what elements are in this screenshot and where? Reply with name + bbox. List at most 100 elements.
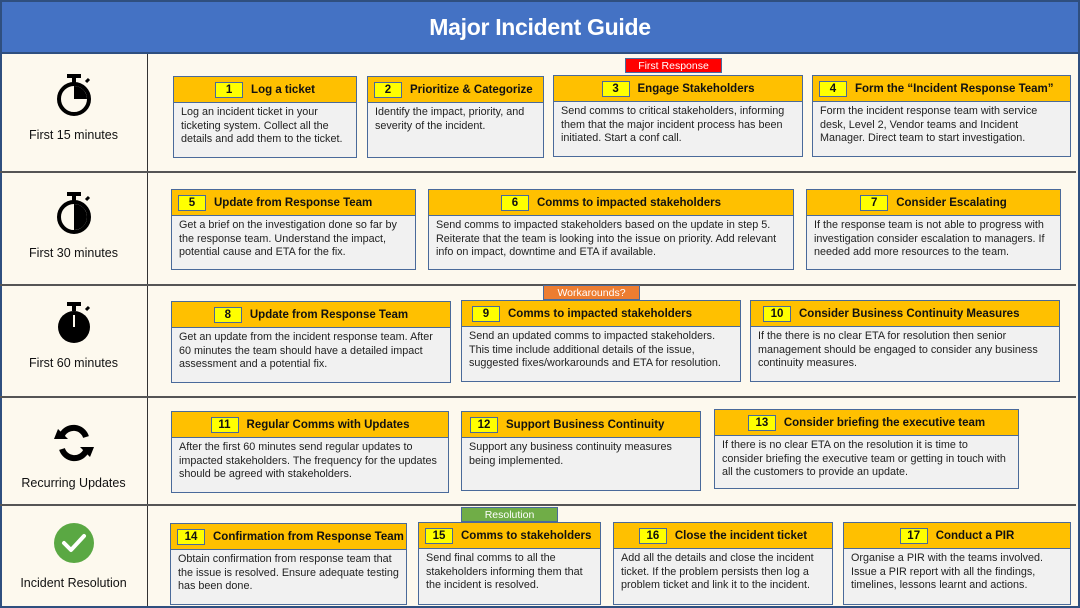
step-number: 17 — [899, 527, 928, 544]
step-number: 13 — [747, 414, 776, 431]
step-number: 11 — [210, 416, 239, 433]
step-title: Comms to impacted stakeholders — [508, 307, 693, 320]
step-description: Identify the impact, priority, and sever… — [375, 106, 525, 132]
step-card-17: 17 Conduct a PIR Organise a PIR with the … — [843, 522, 1071, 605]
step-description: Send final comms to all the stakeholders… — [426, 552, 583, 592]
step-description: Log an incident ticket in your ticketing… — [181, 106, 343, 146]
step-number: 3 — [601, 80, 630, 97]
step-title: Regular Comms with Updates — [246, 418, 410, 431]
step-header: 5 Update from Response Team — [172, 190, 415, 216]
step-title: Conduct a PIR — [935, 529, 1015, 542]
step-header: 15 Comms to stakeholders — [419, 523, 600, 549]
step-header: 7 Consider Escalating — [807, 190, 1060, 216]
step-number: 15 — [425, 527, 453, 544]
phase-recurring-updates: Recurring Updates — [0, 420, 147, 490]
phase-label: First 60 minutes — [29, 356, 118, 370]
step-description: If there is no clear ETA on the resoluti… — [722, 439, 1006, 479]
step-number: 5 — [178, 194, 206, 211]
step-card-14: 14 Confirmation from Response Team Obtain… — [170, 523, 407, 605]
step-card-3: 3 Engage Stakeholders Send comms to criti… — [553, 75, 803, 157]
step-number: 10 — [763, 305, 791, 322]
step-card-15: 15 Comms to stakeholders Send final comms… — [418, 522, 601, 605]
step-header: 8 Update from Response Team — [172, 302, 450, 328]
step-title: Close the incident ticket — [674, 529, 808, 542]
phase-label: Incident Resolution — [20, 576, 127, 590]
step-number: 2 — [374, 81, 402, 98]
step-header: 14 Confirmation from Response Team — [171, 524, 406, 550]
page-title: Major Incident Guide — [429, 13, 651, 40]
step-description: Get an update from the incident response… — [179, 331, 433, 371]
step-number: 7 — [860, 194, 889, 211]
step-number: 9 — [472, 305, 500, 322]
step-card-11: 11 Regular Comms with Updates After the f… — [171, 411, 449, 493]
check-circle-icon — [52, 520, 96, 566]
refresh-icon — [52, 420, 96, 466]
step-title: Consider Business Continuity Measures — [799, 307, 1020, 320]
step-title: Consider Escalating — [896, 196, 1007, 209]
tag-first-response: First Response — [625, 58, 722, 73]
row-divider — [0, 396, 1076, 398]
step-number: 4 — [819, 80, 847, 97]
phase-first-15-minutes: First 15 minutes — [0, 72, 147, 142]
step-title: Confirmation from Response Team — [213, 530, 404, 543]
stopwatch-half-icon — [52, 190, 96, 236]
step-card-10: 10 Consider Business Continuity Measures … — [750, 300, 1060, 382]
step-card-8: 8 Update from Response Team Get an update… — [171, 301, 451, 383]
step-description: Add all the details and close the incide… — [621, 552, 814, 592]
phase-incident-resolution: Incident Resolution — [0, 520, 147, 590]
header-bar: Major Incident Guide — [2, 2, 1078, 54]
step-card-7: 7 Consider Escalating If the response tea… — [806, 189, 1061, 270]
phase-column-divider — [147, 54, 148, 606]
step-description: After the first 60 minutes send regular … — [179, 441, 437, 481]
step-title: Update from Response Team — [249, 308, 409, 321]
row-divider — [0, 171, 1076, 173]
step-header: 9 Comms to impacted stakeholders — [462, 301, 740, 327]
step-card-2: 2 Prioritize & Categorize Identify the im… — [367, 76, 544, 158]
step-card-13: 13 Consider briefing the executive team I… — [714, 409, 1019, 489]
step-description: Organise a PIR with the teams involved. … — [851, 552, 1044, 592]
step-title: Prioritize & Categorize — [410, 83, 533, 96]
step-header: 12 Support Business Continuity — [462, 412, 700, 438]
tag-workarounds: Workarounds? — [543, 285, 640, 300]
step-card-1: 1 Log a ticket Log an incident ticket in … — [173, 76, 357, 158]
step-description: If the there is no clear ETA for resolut… — [758, 330, 1038, 370]
step-card-5: 5 Update from Response Team Get a brief o… — [171, 189, 416, 270]
step-description: Send comms to critical stakeholders, inf… — [561, 105, 785, 145]
tag-resolution: Resolution — [461, 507, 558, 522]
step-header: 17 Conduct a PIR — [844, 523, 1070, 549]
step-header: 4 Form the “Incident Response Team” — [813, 76, 1070, 102]
step-description: Support any business continuity measures… — [469, 441, 672, 467]
step-description: Get a brief on the investigation done so… — [179, 219, 397, 259]
step-number: 14 — [177, 528, 205, 545]
step-card-4: 4 Form the “Incident Response Team” Form … — [812, 75, 1071, 157]
step-number: 1 — [215, 81, 244, 98]
step-title: Comms to stakeholders — [461, 529, 592, 542]
row-divider — [0, 284, 1076, 286]
step-card-12: 12 Support Business Continuity Support an… — [461, 411, 701, 491]
step-description: Obtain confirmation from response team t… — [178, 553, 399, 593]
phase-label: First 15 minutes — [29, 128, 118, 142]
step-number: 8 — [213, 306, 242, 323]
stopwatch-full-icon — [52, 300, 96, 346]
step-title: Support Business Continuity — [506, 418, 665, 431]
step-header: 2 Prioritize & Categorize — [368, 77, 543, 103]
step-title: Engage Stakeholders — [637, 82, 755, 95]
step-header: 16 Close the incident ticket — [614, 523, 832, 549]
phase-label: Recurring Updates — [21, 476, 126, 490]
row-divider — [0, 504, 1076, 506]
step-card-9: 9 Comms to impacted stakeholders Send an … — [461, 300, 741, 382]
step-title: Update from Response Team — [214, 196, 373, 209]
step-card-16: 16 Close the incident ticket Add all the … — [613, 522, 833, 605]
step-header: 1 Log a ticket — [174, 77, 356, 103]
step-header: 10 Consider Business Continuity Measures — [751, 301, 1059, 327]
step-description: Send comms to impacted stakeholders base… — [436, 219, 777, 259]
phase-label: First 30 minutes — [29, 246, 118, 260]
step-header: 6 Comms to impacted stakeholders — [429, 190, 793, 216]
step-title: Log a ticket — [251, 83, 315, 96]
step-card-6: 6 Comms to impacted stakeholders Send com… — [428, 189, 794, 270]
step-header: 13 Consider briefing the executive team — [715, 410, 1018, 436]
step-header: 11 Regular Comms with Updates — [172, 412, 448, 438]
step-header: 3 Engage Stakeholders — [554, 76, 802, 102]
phase-first-60-minutes: First 60 minutes — [0, 300, 147, 370]
step-number: 6 — [500, 194, 529, 211]
